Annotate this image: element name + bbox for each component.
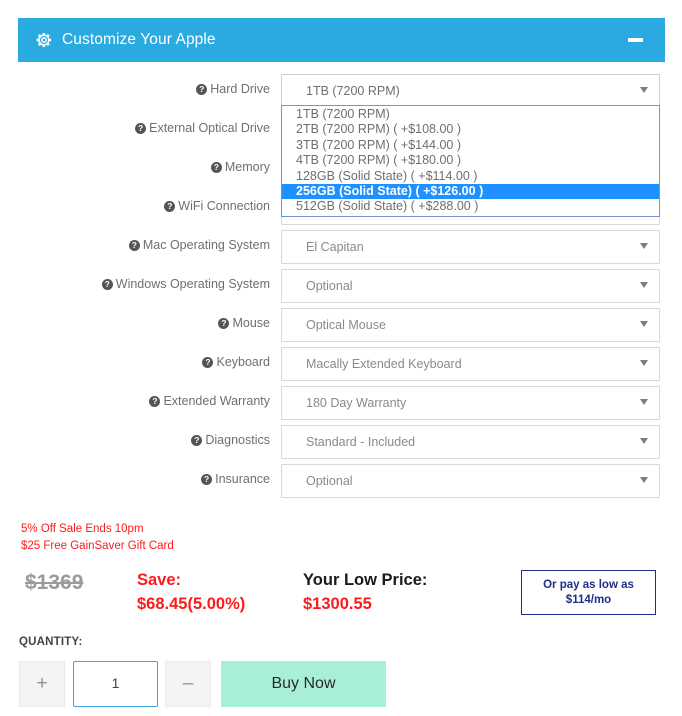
financing-line-2: $114/mo bbox=[565, 594, 612, 606]
select-value: Optional bbox=[306, 474, 353, 488]
help-icon[interactable]: ? bbox=[202, 357, 214, 368]
row-label-hard-drive: ? Hard Drive bbox=[196, 81, 270, 97]
select-diagnostics[interactable]: Standard - Included bbox=[281, 425, 660, 459]
help-icon[interactable]: ? bbox=[201, 474, 213, 485]
form-row: ? Mouse Optical Mouse bbox=[0, 308, 682, 347]
help-icon[interactable]: ? bbox=[149, 396, 161, 407]
row-label-text: Hard Drive bbox=[210, 82, 270, 96]
dropdown-option[interactable]: 256GB (Solid State) ( +$126.00 ) bbox=[282, 183, 659, 200]
row-label-external-optical-drive: ? External Optical Drive bbox=[135, 120, 270, 136]
row-label-extended-warranty: ? Extended Warranty bbox=[149, 393, 270, 409]
hard-drive-dropdown-list[interactable]: 1TB (7200 RPM) 2TB (7200 RPM) ( +$108.00 … bbox=[281, 105, 660, 217]
panel-title: Customize Your Apple bbox=[62, 31, 216, 48]
save-label: Save: bbox=[137, 571, 182, 589]
row-label-text: Diagnostics bbox=[205, 433, 270, 447]
minimize-icon[interactable] bbox=[628, 38, 643, 42]
row-label-mouse: ? Mouse bbox=[218, 315, 270, 331]
row-label-diagnostics: ? Diagnostics bbox=[191, 432, 270, 448]
dropdown-option[interactable]: 1TB (7200 RPM) bbox=[282, 107, 659, 122]
price-block: $1369 Save: $68.45(5.00%) Your Low Price… bbox=[0, 568, 682, 624]
panel-header: Customize Your Apple bbox=[18, 18, 665, 62]
low-price-amount: $1300.55 bbox=[303, 595, 372, 613]
chevron-down-icon bbox=[640, 399, 648, 405]
help-icon[interactable]: ? bbox=[101, 279, 113, 290]
row-label-text: Extended Warranty bbox=[163, 394, 270, 408]
form-row: ? Insurance Optional bbox=[0, 464, 682, 503]
row-label-keyboard: ? Keyboard bbox=[202, 354, 270, 370]
select-mac-operating-system[interactable]: El Capitan bbox=[281, 230, 660, 264]
row-label-text: Keyboard bbox=[216, 355, 270, 369]
chevron-down-icon bbox=[640, 243, 648, 249]
buy-now-button[interactable]: Buy Now bbox=[221, 661, 386, 707]
row-label-text: External Optical Drive bbox=[149, 121, 270, 135]
original-price: $1369 bbox=[25, 571, 84, 594]
promo-line-1: 5% Off Sale Ends 10pm bbox=[21, 523, 144, 535]
row-label-insurance: ? Insurance bbox=[201, 471, 270, 487]
help-icon[interactable]: ? bbox=[218, 318, 230, 329]
row-label-text: Mouse bbox=[232, 316, 270, 330]
chevron-down-icon bbox=[640, 360, 648, 366]
select-hard-drive[interactable]: 1TB (7200 RPM) bbox=[281, 74, 660, 108]
select-value: El Capitan bbox=[306, 240, 364, 254]
select-windows-operating-system[interactable]: Optional bbox=[281, 269, 660, 303]
chevron-down-icon bbox=[640, 87, 648, 93]
help-icon[interactable]: ? bbox=[196, 84, 208, 95]
low-price-label: Your Low Price: bbox=[303, 571, 428, 589]
save-amount: $68.45(5.00%) bbox=[137, 595, 246, 613]
customize-panel: Customize Your Apple bbox=[18, 18, 665, 62]
dropdown-option[interactable]: 512GB (Solid State) ( +$288.00 ) bbox=[282, 199, 659, 214]
select-insurance[interactable]: Optional bbox=[281, 464, 660, 498]
chevron-down-icon bbox=[640, 438, 648, 444]
dropdown-option[interactable]: 2TB (7200 RPM) ( +$108.00 ) bbox=[282, 122, 659, 137]
help-icon[interactable]: ? bbox=[210, 162, 222, 173]
row-label-text: WiFi Connection bbox=[178, 199, 270, 213]
quantity-increment-button[interactable]: + bbox=[19, 661, 65, 707]
select-extended-warranty[interactable]: 180 Day Warranty bbox=[281, 386, 660, 420]
row-label-mac-operating-system: ? Mac Operating System bbox=[128, 237, 270, 253]
dropdown-option[interactable]: 4TB (7200 RPM) ( +$180.00 ) bbox=[282, 153, 659, 168]
select-value: 180 Day Warranty bbox=[306, 396, 407, 410]
chevron-down-icon bbox=[640, 477, 648, 483]
financing-line-1: Or pay as low as bbox=[543, 579, 634, 591]
form-row: ? Mac Operating System El Capitan bbox=[0, 230, 682, 269]
select-value: 1TB (7200 RPM) bbox=[306, 84, 400, 98]
chevron-down-icon bbox=[640, 282, 648, 288]
row-label-text: Mac Operating System bbox=[142, 238, 270, 252]
help-icon[interactable]: ? bbox=[135, 123, 147, 134]
select-mouse[interactable]: Optical Mouse bbox=[281, 308, 660, 342]
row-label-text: Windows Operating System bbox=[115, 277, 270, 291]
promo-messages: 5% Off Sale Ends 10pm $25 Free GainSaver… bbox=[21, 521, 174, 555]
form-row: ? Windows Operating System Optional bbox=[0, 269, 682, 308]
select-value: Standard - Included bbox=[306, 435, 416, 449]
form-row: ? Extended Warranty 180 Day Warranty bbox=[0, 386, 682, 425]
help-icon[interactable]: ? bbox=[191, 435, 203, 446]
row-label-memory: ? Memory bbox=[210, 159, 270, 175]
select-keyboard[interactable]: Macally Extended Keyboard bbox=[281, 347, 660, 381]
dropdown-option[interactable]: 3TB (7200 RPM) ( +$144.00 ) bbox=[282, 138, 659, 153]
quantity-label: QUANTITY: bbox=[19, 636, 83, 648]
gear-icon bbox=[36, 33, 51, 47]
select-value: Optical Mouse bbox=[306, 318, 386, 332]
quantity-input[interactable]: 1 bbox=[73, 661, 158, 707]
row-label-wifi-connection: ? WiFi Connection bbox=[164, 198, 270, 214]
form-row: ? Keyboard Macally Extended Keyboard bbox=[0, 347, 682, 386]
form-row: ? Diagnostics Standard - Included bbox=[0, 425, 682, 464]
help-icon[interactable]: ? bbox=[164, 201, 176, 212]
select-value: Optional bbox=[306, 279, 353, 293]
help-icon[interactable]: ? bbox=[128, 240, 140, 251]
promo-line-2: $25 Free GainSaver Gift Card bbox=[21, 540, 174, 552]
quantity-decrement-button[interactable]: – bbox=[165, 661, 211, 707]
row-label-text: Insurance bbox=[215, 472, 270, 486]
row-label-windows-operating-system: ? Windows Operating System bbox=[101, 276, 270, 292]
financing-box[interactable]: Or pay as low as $114/mo bbox=[521, 570, 656, 615]
chevron-down-icon bbox=[640, 321, 648, 327]
dropdown-option[interactable]: 128GB (Solid State) ( +$114.00 ) bbox=[282, 169, 659, 184]
select-value: Macally Extended Keyboard bbox=[306, 357, 462, 371]
row-label-text: Memory bbox=[224, 160, 270, 174]
